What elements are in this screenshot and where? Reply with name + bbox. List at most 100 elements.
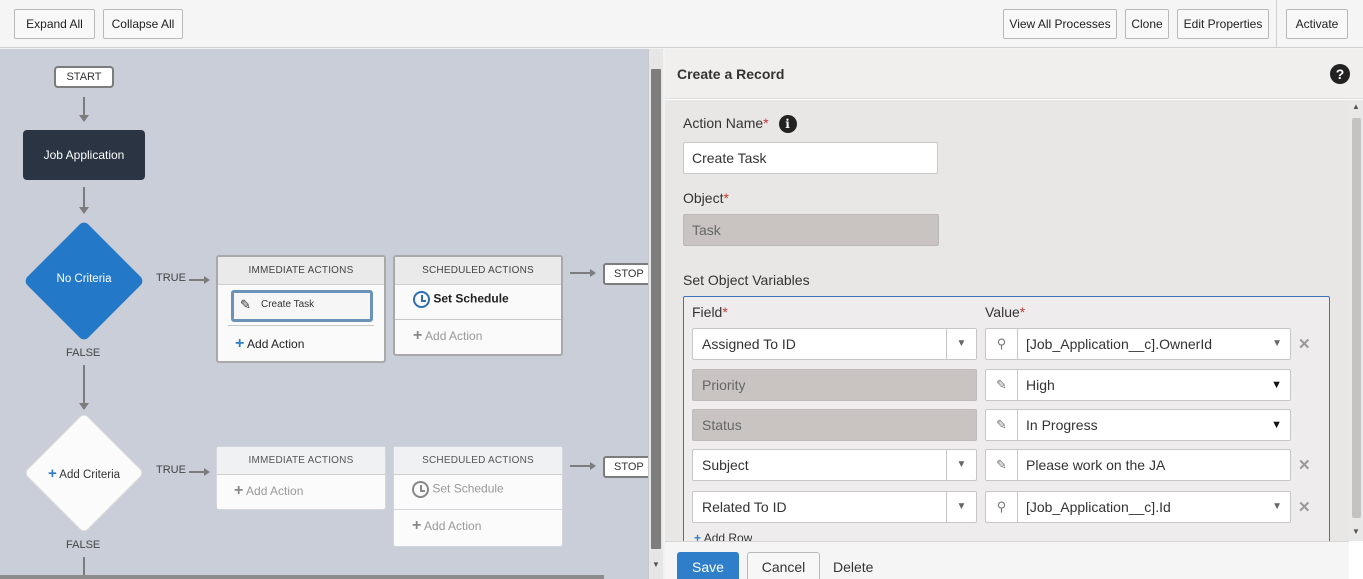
- editor-scrollbar[interactable]: ▲ ▼: [1349, 100, 1363, 541]
- header-text: Value: [985, 304, 1020, 320]
- connector: [83, 97, 85, 115]
- field-select[interactable]: Related To ID ▼: [692, 491, 977, 523]
- pencil-icon[interactable]: ✎: [986, 450, 1018, 480]
- action-editor: Create a Record ? Action Name* i Create …: [665, 49, 1363, 579]
- editor-header: Create a Record ?: [665, 49, 1363, 99]
- add-scheduled-action-link[interactable]: + Add Action: [413, 327, 482, 345]
- connector: [570, 272, 590, 274]
- arrow-icon: [590, 269, 596, 277]
- value-column-header: Value*: [985, 304, 1026, 320]
- object-variables-table: Field* Value* Assigned To ID ▼ ⚲ [Job_Ap…: [683, 296, 1330, 546]
- panel-header: SCHEDULED ACTIONS: [394, 447, 562, 475]
- action-label: Create Task: [261, 299, 315, 310]
- arrow-icon: [79, 115, 89, 122]
- add-action-link[interactable]: + Add Action: [235, 335, 304, 353]
- value-text: [Job_Application__c].Id: [1026, 499, 1171, 515]
- connector: [83, 187, 85, 207]
- cancel-button[interactable]: Cancel: [747, 552, 820, 579]
- remove-row-icon[interactable]: ✕: [1298, 456, 1311, 474]
- pencil-icon: ✎: [240, 297, 251, 312]
- pencil-icon[interactable]: ✎: [986, 410, 1018, 440]
- panel-header: IMMEDIATE ACTIONS: [218, 257, 384, 285]
- help-icon[interactable]: ?: [1330, 64, 1350, 84]
- scroll-down-icon[interactable]: ▼: [652, 560, 660, 569]
- object-node[interactable]: Job Application: [23, 130, 145, 180]
- value-select[interactable]: ✎ High ▼: [985, 369, 1291, 401]
- field-select[interactable]: Assigned To ID ▼: [692, 328, 977, 360]
- set-schedule-link[interactable]: Set Schedule: [412, 481, 504, 498]
- field-value: Related To ID: [702, 499, 787, 515]
- field-value: Subject: [702, 457, 749, 473]
- set-schedule-link[interactable]: Set Schedule: [413, 291, 509, 308]
- stop-node: STOP: [603, 263, 648, 285]
- pencil-icon[interactable]: ✎: [986, 370, 1018, 400]
- add-action-link[interactable]: + Add Action: [234, 482, 303, 500]
- value-select[interactable]: ⚲ [Job_Application__c].Id ▼: [985, 491, 1291, 523]
- value-select[interactable]: ⚲ [Job_Application__c].OwnerId ▼: [985, 328, 1291, 360]
- arrow-icon: [79, 403, 89, 410]
- field-select[interactable]: Subject ▼: [692, 449, 977, 481]
- arrow-icon: [79, 207, 89, 214]
- value-input[interactable]: ✎ Please work on the JA: [985, 449, 1291, 481]
- field-column-header: Field*: [692, 304, 728, 320]
- plus-icon: +: [234, 482, 244, 499]
- object-label: Object*: [683, 190, 729, 206]
- add-row-link[interactable]: + Add Row: [694, 531, 752, 541]
- expand-all-button[interactable]: Expand All: [14, 9, 95, 39]
- chevron-down-icon: ▼: [946, 492, 976, 522]
- connector: [83, 365, 85, 405]
- editor-footer: Save Cancel Delete: [665, 541, 1349, 579]
- scrollbar-thumb[interactable]: [651, 69, 661, 549]
- add-action-label: Add Action: [247, 337, 305, 351]
- set-object-variables-label: Set Object Variables: [683, 272, 810, 288]
- view-all-processes-button[interactable]: View All Processes: [1003, 9, 1117, 39]
- info-icon[interactable]: i: [778, 115, 797, 133]
- value-text: In Progress: [1026, 417, 1098, 433]
- delete-button[interactable]: Delete: [833, 552, 873, 579]
- panel-header: SCHEDULED ACTIONS: [395, 257, 561, 285]
- arrow-icon: [204, 276, 210, 284]
- chevron-down-icon: ▼: [1272, 338, 1282, 349]
- header-text: Field: [692, 304, 723, 320]
- set-schedule-label: Set Schedule: [432, 481, 504, 496]
- save-button[interactable]: Save: [677, 552, 739, 579]
- field-reference-icon[interactable]: ⚲: [986, 329, 1018, 359]
- plus-icon: +: [47, 465, 57, 482]
- immediate-actions-panel: IMMEDIATE ACTIONS + Add Action: [216, 446, 386, 510]
- divider: [395, 319, 561, 320]
- clone-button[interactable]: Clone: [1125, 9, 1169, 39]
- remove-row-icon[interactable]: ✕: [1298, 335, 1311, 353]
- plus-icon: +: [694, 531, 702, 541]
- chevron-down-icon: ▼: [946, 329, 976, 359]
- scheduled-actions-panel: SCHEDULED ACTIONS Set Schedule + Add Act…: [393, 255, 563, 356]
- action-name-input[interactable]: Create Task: [683, 142, 938, 174]
- canvas-scrollbar[interactable]: ▼: [648, 49, 663, 579]
- false-label: FALSE: [66, 539, 101, 551]
- process-canvas[interactable]: START Job Application No Criteria TRUE F…: [0, 49, 648, 579]
- label-text: Action Name: [683, 115, 764, 131]
- plus-icon: +: [413, 327, 423, 344]
- add-scheduled-action-link[interactable]: + Add Action: [412, 517, 481, 535]
- horizontal-scrollbar[interactable]: [0, 575, 604, 579]
- remove-row-icon[interactable]: ✕: [1298, 498, 1311, 516]
- scheduled-actions-panel: SCHEDULED ACTIONS Set Schedule + Add Act…: [393, 446, 563, 547]
- value-select[interactable]: ✎ In Progress ▼: [985, 409, 1291, 441]
- start-node: START: [54, 66, 114, 88]
- action-name-label: Action Name* i: [683, 115, 797, 133]
- scrollbar-thumb[interactable]: [1352, 118, 1361, 518]
- collapse-all-button[interactable]: Collapse All: [103, 9, 183, 39]
- scroll-up-icon[interactable]: ▲: [1352, 102, 1360, 111]
- immediate-actions-panel: IMMEDIATE ACTIONS ✎ Create Task + Add Ac…: [216, 255, 386, 363]
- activate-button[interactable]: Activate: [1286, 9, 1348, 39]
- clock-icon: [413, 291, 430, 308]
- toolbar-divider: [1276, 0, 1277, 48]
- edit-properties-button[interactable]: Edit Properties: [1177, 9, 1269, 39]
- true-label: TRUE: [156, 464, 186, 476]
- field-reference-icon[interactable]: ⚲: [986, 492, 1018, 522]
- add-criteria-label[interactable]: + Add Criteria: [38, 465, 130, 482]
- value-text: High: [1026, 377, 1055, 393]
- action-create-task[interactable]: ✎ Create Task: [231, 290, 373, 322]
- scroll-down-icon[interactable]: ▼: [1352, 527, 1360, 536]
- divider: [394, 509, 562, 510]
- chevron-down-icon: ▼: [946, 450, 976, 480]
